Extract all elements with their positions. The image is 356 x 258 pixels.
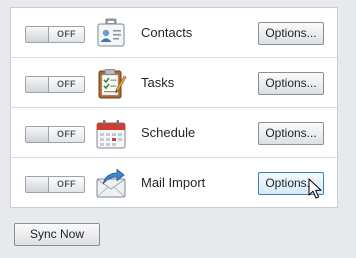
sync-item-label: Mail Import bbox=[141, 175, 206, 190]
toggle-state-label: OFF bbox=[57, 129, 76, 139]
mouse-pointer-icon bbox=[308, 178, 324, 200]
tasks-clipboard-icon bbox=[95, 68, 127, 100]
schedule-toggle[interactable]: OFF bbox=[25, 126, 85, 143]
schedule-options-button[interactable]: Options... bbox=[258, 122, 324, 145]
sync-item-label: Contacts bbox=[141, 25, 193, 40]
contacts-card-icon bbox=[95, 18, 127, 50]
toggle-knob bbox=[26, 27, 49, 42]
toggle-state-label: OFF bbox=[57, 79, 76, 89]
toggle-knob bbox=[26, 127, 49, 142]
mail-import-toggle[interactable]: OFF bbox=[25, 176, 85, 193]
schedule-calendar-icon bbox=[95, 118, 127, 150]
sync-item-label: Schedule bbox=[141, 125, 196, 140]
sync-row-mail-import: OFF Mail Import Options... bbox=[11, 158, 337, 207]
contacts-toggle[interactable]: OFF bbox=[25, 26, 85, 43]
toggle-state-label: OFF bbox=[57, 29, 76, 39]
sync-items-panel: OFF Contacts Options... OFF Tasks Option… bbox=[10, 7, 338, 208]
tasks-options-button[interactable]: Options... bbox=[258, 72, 324, 95]
tasks-toggle[interactable]: OFF bbox=[25, 76, 85, 93]
mail-import-envelope-icon bbox=[95, 168, 127, 200]
sync-row-contacts: OFF Contacts Options... bbox=[11, 8, 337, 58]
sync-item-label: Tasks bbox=[141, 75, 175, 90]
contacts-options-button[interactable]: Options... bbox=[258, 22, 324, 45]
sync-now-button[interactable]: Sync Now bbox=[14, 223, 100, 246]
toggle-state-label: OFF bbox=[57, 179, 76, 189]
sync-row-schedule: OFF Schedule Options... bbox=[11, 108, 337, 158]
toggle-knob bbox=[26, 177, 49, 192]
sync-row-tasks: OFF Tasks Options... bbox=[11, 58, 337, 108]
toggle-knob bbox=[26, 77, 49, 92]
